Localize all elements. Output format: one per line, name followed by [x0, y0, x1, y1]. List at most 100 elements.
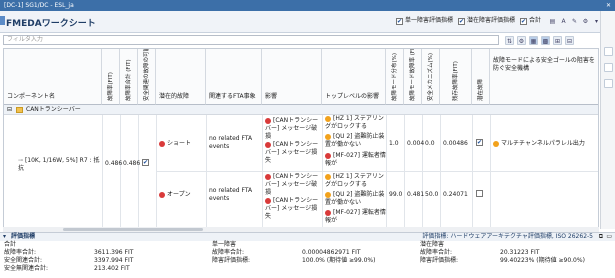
single-fault-checkbox[interactable]: ✔ — [396, 17, 403, 25]
col-top-effect[interactable]: トップレベルの影響 — [322, 49, 386, 105]
col-component[interactable]: コンポーネント名 — [4, 49, 102, 105]
config-icon[interactable]: ⚙ — [517, 35, 526, 45]
summary-lf-v2: 99.40223% (期待値 ≥90.0%) — [500, 257, 585, 264]
col-latent[interactable]: 潜在故障 — [472, 49, 490, 105]
summary-lf-title: 潜在障害 — [420, 241, 445, 248]
side-tool-2-icon[interactable] — [604, 63, 613, 72]
component-fit-total: 0.486 — [123, 160, 141, 167]
residual-row2: 0.24071 — [443, 191, 468, 198]
cov-row2: 50.0 — [425, 191, 439, 198]
col-fit[interactable]: 故障率(FIT) — [102, 49, 120, 105]
single-fault-label: 単一障害評価指標 — [405, 17, 454, 24]
col-distribution[interactable]: 故障モード分布(%) — [386, 49, 404, 105]
page-title: FMEDAワークシート — [6, 19, 96, 29]
folder-icon — [16, 107, 23, 113]
option-single-fault[interactable]: ✔ 単一障害評価指標 — [396, 16, 453, 26]
side-tool-1-icon[interactable] — [604, 47, 613, 56]
col-effect[interactable]: 影響 — [262, 49, 322, 105]
summary-spf-v1: 0.00004862971 FIT — [302, 249, 361, 256]
col-safety-related[interactable]: 安全関連の故障の可能性はありますか — [138, 49, 156, 105]
effect-row2-a[interactable]: [CANトランシーバー] メッセージ破損 — [265, 173, 322, 197]
mode-short[interactable]: ショート — [159, 140, 191, 148]
group-row[interactable]: ⊟ CANトランシーバー — [4, 105, 598, 115]
col-fit-total[interactable]: 故障率合計 (FIT) — [120, 49, 138, 105]
scroll-thumb[interactable] — [63, 228, 203, 231]
grid-view-icon[interactable]: ▩ — [541, 35, 550, 45]
sort-icon[interactable]: ⇅ — [505, 35, 514, 45]
option-total[interactable]: ✔ 合計 — [520, 16, 541, 26]
top-row2-a[interactable]: [HZ 1] ステアリングがロックする — [325, 173, 386, 189]
summary-lf: 潜在障害 故障率合計: 20.31223 FIT 障害評価指標: 99.40223%… — [420, 241, 615, 265]
safety-related-checkbox[interactable]: ✔ — [142, 159, 149, 167]
summary-lf-k2: 障害評価指標: — [420, 257, 459, 264]
table-view-icon[interactable]: ▦ — [529, 35, 538, 45]
export-icon[interactable]: ⧉ — [599, 233, 603, 241]
edit-icon[interactable]: ✎ — [570, 17, 579, 26]
sheet-icon — [0, 16, 5, 25]
side-tool-3-icon[interactable] — [604, 79, 613, 88]
dist-row1: 1.0 — [389, 140, 399, 147]
total-checkbox[interactable]: ✔ — [520, 17, 527, 25]
component-name-cell[interactable]: ⊸ [10K, 1/16W, 5%] R7 : 抵抗 — [18, 157, 100, 173]
expand-icon[interactable]: ⊞ — [553, 35, 562, 45]
col-mechanism[interactable]: 故障モードによる安全ゴールの阻害を防ぐ安全機構 — [490, 49, 598, 105]
group-label: CANトランシーバー — [26, 106, 81, 113]
top-row1-b[interactable]: [QU 2] 盗難防止装置が働かない — [325, 133, 386, 149]
summary-total-v1: 3611.396 FIT — [94, 249, 134, 256]
component-fit: 0.486 — [105, 160, 123, 167]
window-title: [DC-1] SG1/DC - ESL_ja — [4, 2, 74, 9]
col-residual[interactable]: 残存故障率(FIT) — [440, 49, 472, 105]
close-icon[interactable]: ✕ — [606, 1, 611, 10]
col-mode[interactable]: 潜在的故障 — [156, 49, 206, 105]
metrics-panel-title: 評価指標 — [11, 233, 36, 240]
header-tools: ▤ A ✎ ⚙ ▾ — [548, 16, 601, 26]
latent-checkbox-row1[interactable]: ✔ — [476, 139, 483, 147]
mode-open[interactable]: オープン — [159, 191, 191, 199]
option-latent-fault[interactable]: ✔ 潜在障害評価指標 — [458, 16, 515, 26]
view-icon[interactable]: ▤ — [548, 17, 557, 26]
effect-row1-b[interactable]: [CANトランシーバー] メッセージ損失 — [265, 141, 322, 165]
minimize-icon[interactable]: ▭ — [606, 233, 612, 241]
filter-input[interactable]: フィルタ入力 — [3, 35, 499, 45]
metrics-panel-header: ▾ 評価指標 評価指標: ハードウェアアーキテクチャ評価指標, ISO 2626… — [0, 232, 615, 241]
top-row2-c[interactable]: [MF-027] 運転者情報が — [325, 209, 386, 225]
row-toggle-icon[interactable]: ⊸ — [18, 157, 23, 164]
mode-status-icon — [159, 191, 165, 198]
metrics-standard: 評価指標: ハードウェアアーキテクチャ評価指標, ISO 26262-5 — [422, 233, 593, 240]
text-icon[interactable]: A — [559, 17, 568, 26]
mode-status-icon — [159, 140, 165, 147]
component-name: [10K, 1/16W, 5%] R7 : 抵抗 — [18, 157, 100, 172]
summary-total-k3: 安全無関連合計: — [4, 265, 49, 272]
latent-fault-checkbox[interactable]: ✔ — [458, 17, 465, 25]
rate-row1: 0.004 — [407, 140, 425, 147]
fmeda-table: コンポーネント名 故障率(FIT) 故障率合計 (FIT) 安全関連の故障の可能… — [3, 48, 599, 228]
latent-checkbox-row2[interactable] — [476, 190, 483, 200]
top-row1-c[interactable]: [MF-027] 運転者情報が — [325, 152, 386, 168]
effect-row2-b[interactable]: [CANトランシーバー] メッセージ損失 — [265, 197, 322, 221]
summary-spf-v2: 100.0% (期待値 ≥99.0%) — [302, 257, 376, 264]
top-row2-b[interactable]: [QU 2] 盗難防止装置が働かない — [325, 191, 386, 207]
cov-row1: 0.0 — [425, 140, 435, 147]
summary-total-v3: 213.402 FIT — [94, 265, 130, 272]
collapse-icon[interactable]: ⊟ — [565, 35, 574, 45]
collapse-panel-icon[interactable]: ▾ — [3, 233, 6, 241]
collapse-toggle-icon[interactable]: ⊟ — [7, 105, 12, 115]
col-mode-rate[interactable]: 故障モード故障率 (FIT) — [404, 49, 422, 105]
fta-row1: no related FTA events — [209, 135, 253, 150]
effect-row1-a[interactable]: [CANトランシーバー] メッセージ破損 — [265, 117, 322, 141]
summary-spf: 単一障害 故障率合計: 0.00004862971 FIT 障害評価指標: 100.… — [212, 241, 412, 265]
summary-spf-title: 単一障害 — [212, 241, 237, 248]
top-row1-a[interactable]: [HZ 1] ステアリングがロックする — [325, 115, 386, 131]
summary-lf-v1: 20.31223 FIT — [500, 249, 540, 256]
side-toolbar — [600, 11, 615, 229]
summary-spf-k1: 故障率合計: — [212, 249, 245, 256]
dist-row2: 99.0 — [389, 191, 403, 198]
summary-lf-k1: 故障率合計: — [420, 249, 453, 256]
summary-spf-k2: 障害評価指標: — [212, 257, 251, 264]
grid-toolbar: ⇅ ⚙ ▦ ▩ ⊞ ⊟ — [505, 34, 574, 46]
settings-icon[interactable]: ⚙ — [581, 17, 590, 26]
col-fta[interactable]: 関連するFTA事象 — [206, 49, 262, 105]
mechanism-row1[interactable]: マルチチャンネルパラレル出力 — [493, 140, 598, 148]
col-coverage[interactable]: 安全メカニズム(%) — [422, 49, 440, 105]
rate-row2: 0.481 — [407, 191, 425, 198]
